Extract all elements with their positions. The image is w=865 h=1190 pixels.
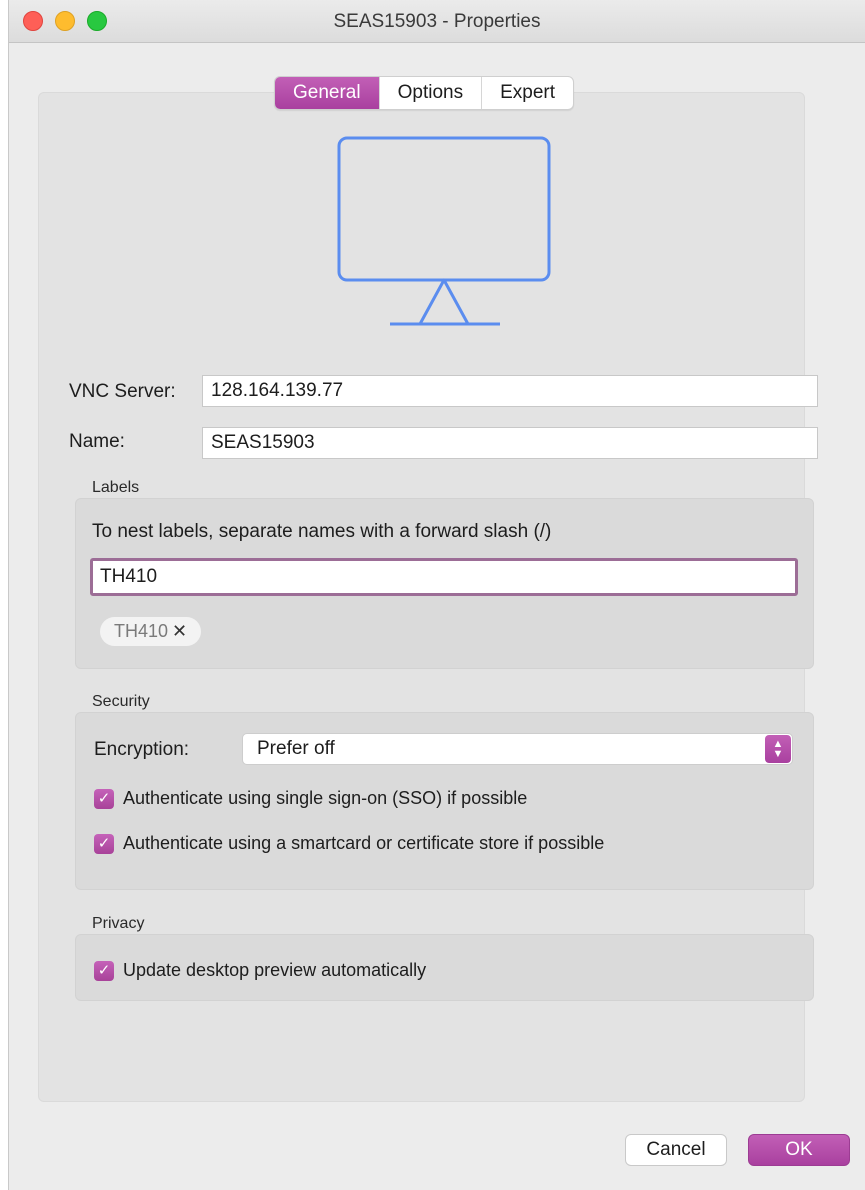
desktop-preview-checkbox[interactable]: ✓ bbox=[94, 960, 114, 981]
sso-option[interactable]: ✓ Authenticate using single sign-on (SSO… bbox=[94, 788, 527, 809]
title-bar: SEAS15903 - Properties bbox=[9, 0, 865, 43]
tab-options[interactable]: Options bbox=[380, 77, 483, 109]
remove-label-icon[interactable]: ✕ bbox=[172, 621, 187, 642]
encryption-select[interactable]: Prefer off ▲ ▼ bbox=[242, 733, 793, 765]
smartcard-option[interactable]: ✓ Authenticate using a smartcard or cert… bbox=[94, 833, 604, 854]
smartcard-checkbox[interactable]: ✓ bbox=[94, 833, 114, 854]
labels-input[interactable] bbox=[90, 558, 798, 596]
sso-option-label: Authenticate using single sign-on (SSO) … bbox=[123, 788, 528, 808]
sso-checkbox[interactable]: ✓ bbox=[94, 788, 114, 809]
desktop-preview-option-label: Update desktop preview automatically bbox=[123, 960, 427, 980]
label-chip: TH410 ✕ bbox=[100, 617, 202, 646]
encryption-label: Encryption: bbox=[94, 739, 190, 760]
labels-section-title: Labels bbox=[92, 479, 140, 496]
desktop-preview-option[interactable]: ✓ Update desktop preview automatically bbox=[94, 960, 426, 981]
vnc-server-label: VNC Server: bbox=[69, 381, 176, 402]
cancel-button[interactable]: Cancel bbox=[625, 1134, 727, 1166]
name-input[interactable] bbox=[202, 427, 818, 459]
monitor-icon bbox=[337, 136, 551, 326]
security-section-title: Security bbox=[92, 693, 150, 710]
labels-hint: To nest labels, separate names with a fo… bbox=[92, 521, 552, 542]
name-label: Name: bbox=[69, 431, 125, 452]
privacy-section-title: Privacy bbox=[92, 915, 145, 932]
label-chip-text: TH410 bbox=[114, 621, 169, 641]
tab-general[interactable]: General bbox=[275, 77, 380, 109]
updown-chevron-icon: ▲ ▼ bbox=[765, 735, 791, 763]
window-title: SEAS15903 - Properties bbox=[333, 11, 541, 32]
smartcard-option-label: Authenticate using a smartcard or certif… bbox=[123, 833, 605, 853]
tab-bar: General Options Expert bbox=[274, 76, 575, 110]
ok-button[interactable]: OK bbox=[748, 1134, 850, 1166]
encryption-selected-value: Prefer off bbox=[257, 738, 335, 759]
tab-expert[interactable]: Expert bbox=[482, 77, 573, 109]
vnc-server-input[interactable] bbox=[202, 375, 818, 407]
